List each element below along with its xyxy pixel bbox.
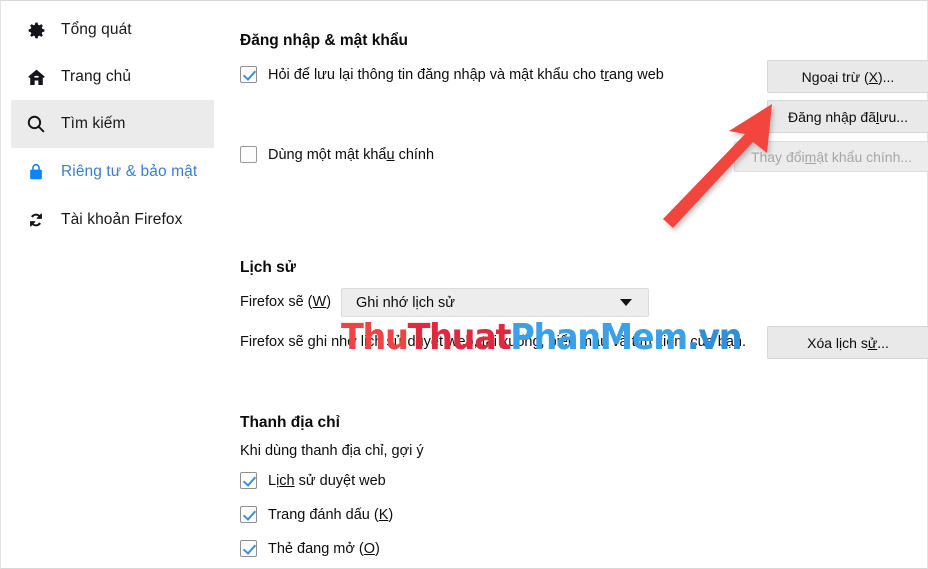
preferences-main-pane: Đăng nhập & mật khẩu Hỏi để lưu lại thôn…: [223, 1, 928, 568]
btn-pre: Đăng nhập đã: [788, 108, 876, 125]
btn-post: ật khẩu chính...: [816, 148, 913, 165]
label-pre: Hỏi để lưu lại thông tin đăng nhập và mậ…: [268, 66, 605, 83]
btn-accesskey: m: [804, 148, 817, 165]
watermark-part-4: .vn: [686, 317, 743, 358]
label-accesskey: W: [312, 294, 327, 310]
watermark-thuthuatphanmem: ThuThuatPhanMem.vn: [341, 317, 743, 358]
preferences-sidebar: Tổng quát Trang chủ Tìm kiếm Riêng tư & …: [1, 1, 223, 568]
logins-section-title: Đăng nhập & mật khẩu: [240, 32, 408, 49]
sidebar-item-label: Tìm kiếm: [61, 115, 126, 132]
ask-to-save-logins-checkbox[interactable]: [240, 66, 257, 83]
firefox-will-label: Firefox sẽ (W): [240, 294, 331, 310]
history-mode-dropdown[interactable]: Ghi nhớ lịch sử: [341, 288, 649, 317]
ask-to-save-logins-label: Hỏi để lưu lại thông tin đăng nhập và mậ…: [268, 67, 664, 83]
label-accesskey: K: [378, 506, 389, 523]
sidebar-item-general[interactable]: Tổng quát: [11, 6, 214, 54]
change-master-password-button[interactable]: Thay đổi m ật khẩu chính...: [734, 141, 928, 172]
watermark-part-3: PhanMem: [510, 317, 688, 358]
suggest-open-tabs-label: Thẻ đang mở (O): [268, 541, 380, 557]
watermark-part-2: Thuat: [407, 317, 512, 358]
label-pre: Dùng một mật khẩ: [268, 146, 387, 163]
suggest-browsing-history-row[interactable]: Lịch sử duyệt web: [240, 472, 386, 489]
suggest-open-tabs-row[interactable]: Thẻ đang mở (O): [240, 540, 380, 557]
label-accesskey: u: [386, 146, 395, 163]
suggest-bookmarks-row[interactable]: Trang đánh dấu (K): [240, 506, 393, 523]
suggest-browsing-history-checkbox[interactable]: [240, 472, 257, 489]
label-pre: Lị: [268, 472, 280, 489]
sidebar-item-label: Tổng quát: [61, 21, 132, 38]
suggest-browsing-history-label: Lịch sử duyệt web: [268, 473, 386, 489]
sidebar-item-privacy[interactable]: Riêng tư & bảo mật: [11, 148, 214, 196]
address-bar-section-title: Thanh địa chỉ: [240, 414, 340, 431]
label-accesskey: O: [363, 540, 376, 557]
label-post: ): [326, 294, 332, 310]
btn-accesskey: ử: [867, 334, 878, 351]
search-icon: [25, 113, 47, 135]
btn-accesskey: X: [868, 68, 878, 85]
lock-icon: [25, 161, 47, 183]
btn-post: ...: [877, 334, 889, 351]
chevron-down-icon: [620, 299, 632, 306]
sidebar-item-home[interactable]: Trang chủ: [11, 53, 214, 101]
label-post: ): [375, 540, 380, 557]
watermark-part-1: Thu: [341, 317, 409, 358]
history-mode-value: Ghi nhớ lịch sử: [356, 294, 456, 311]
suggest-bookmarks-label: Trang đánh dấu (K): [268, 507, 393, 523]
label-pre: Thẻ đang mở (: [268, 540, 364, 557]
sidebar-item-label: Riêng tư & bảo mật: [61, 163, 198, 180]
clear-history-button[interactable]: Xóa lịch s ử...: [767, 326, 928, 359]
sidebar-item-label: Trang chủ: [61, 68, 132, 85]
home-icon: [25, 66, 47, 88]
gear-icon: [25, 19, 47, 41]
btn-pre: Xóa lịch s: [807, 334, 868, 351]
label-post: sử duyệt web: [294, 472, 386, 489]
suggest-bookmarks-checkbox[interactable]: [240, 506, 257, 523]
history-section-title: Lịch sử: [240, 259, 297, 276]
label-pre: Firefox sẽ (: [240, 294, 313, 310]
btn-pre: Ngoại trừ (: [801, 68, 869, 85]
sync-icon: [25, 209, 47, 231]
saved-logins-button[interactable]: Đăng nhập đã l ưu...: [767, 100, 928, 133]
label-post: ): [388, 506, 394, 523]
address-bar-subtitle: Khi dùng thanh địa chỉ, gợi ý: [240, 443, 424, 459]
label-post: chính: [394, 146, 435, 163]
btn-pre: Thay đổi: [750, 148, 805, 165]
firefox-preferences-window: Tổng quát Trang chủ Tìm kiếm Riêng tư & …: [1, 1, 928, 568]
sidebar-item-search[interactable]: Tìm kiếm: [11, 100, 214, 148]
use-master-password-label: Dùng một mật khẩu chính: [268, 147, 434, 163]
suggest-open-tabs-checkbox[interactable]: [240, 540, 257, 557]
btn-post: ưu...: [879, 108, 908, 125]
sidebar-item-firefox-account[interactable]: Tài khoản Firefox: [11, 196, 214, 244]
use-master-password-row[interactable]: Dùng một mật khẩu chính: [240, 146, 434, 163]
exceptions-button[interactable]: Ngoại trừ (X)...: [767, 60, 928, 93]
use-master-password-checkbox[interactable]: [240, 146, 257, 163]
label-pre: Trang đánh dấu (: [268, 506, 379, 523]
ask-to-save-logins-row[interactable]: Hỏi để lưu lại thông tin đăng nhập và mậ…: [240, 66, 664, 83]
sidebar-item-label: Tài khoản Firefox: [61, 211, 183, 228]
label-post: ang web: [609, 66, 664, 83]
label-accesskey: ch: [279, 472, 295, 489]
btn-post: )...: [877, 68, 895, 85]
